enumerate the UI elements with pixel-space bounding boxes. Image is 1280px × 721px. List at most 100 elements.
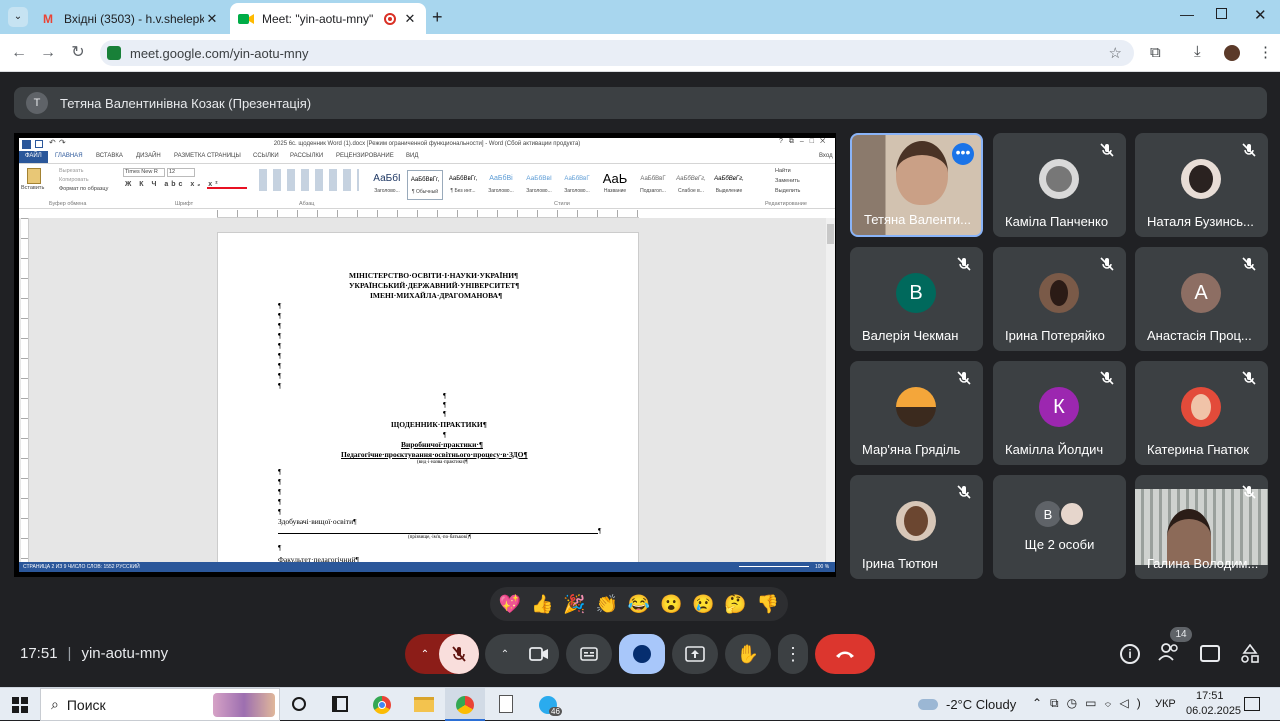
sign-in-link[interactable]: Вход [819,153,833,159]
close-window-button[interactable]: ✕ [1254,6,1267,24]
profile-avatar[interactable] [1224,45,1240,61]
reaction-heart[interactable]: 💖 [499,594,521,615]
tab-design[interactable]: ДИЗАЙН [136,153,161,159]
more-options-button[interactable]: ⋮ [778,634,808,674]
notepad-icon[interactable] [499,695,513,713]
new-tab-button[interactable]: + [432,7,443,28]
tab-insert[interactable]: ВСТАВКА [96,153,123,159]
reaction-laugh[interactable]: 😂 [628,594,650,615]
activities-icon[interactable] [1241,643,1259,664]
participant-tile[interactable]: Ірина Потеряйко [993,247,1126,351]
participant-tile[interactable]: В Валерія Чекман [850,247,983,351]
mic-toggle-button[interactable] [439,634,479,674]
file-explorer-icon[interactable] [414,697,434,712]
tab-view[interactable]: ВИД [406,153,418,159]
chrome-active-taskbar-icon[interactable] [445,688,485,721]
emoji-button[interactable] [619,634,665,674]
font-name-box[interactable]: Times New R [123,168,165,177]
captions-button[interactable] [566,634,612,674]
format-painter-button[interactable]: Формат по образцу [59,186,108,192]
tab-gmail[interactable]: M Вхідні (3503) - h.v.shelepko@u ✕ [32,3,228,34]
style-subtitle[interactable]: АаБбВвГ Подзагол... [635,170,671,200]
participant-tile[interactable]: ••• Тетяна Валенти... [850,133,983,237]
language-indicator[interactable]: УКР [1155,698,1176,710]
windows-start-icon[interactable] [12,697,28,713]
participant-tile[interactable]: Галина Володим... [1135,475,1268,579]
participant-tile[interactable]: Наталя Бузинсь... [1135,133,1268,237]
tray-icons[interactable]: ⌃⧉◷▭⌔◁) [1032,696,1149,711]
tab-file[interactable]: ФАЙЛ [19,151,48,163]
paste-icon[interactable] [27,168,41,184]
present-button[interactable] [672,634,718,674]
style-heading-3[interactable]: АаБбВвГ Заголово... [559,170,595,200]
vertical-scrollbar[interactable] [826,218,835,562]
paragraph-icons[interactable] [259,169,359,191]
find-button[interactable]: Найти [775,168,791,174]
style-heading[interactable]: АаБбІ Заголово... [369,170,405,200]
tab-search-button[interactable]: ⌄ [8,7,28,27]
tab-references[interactable]: ССЫЛКИ [253,153,279,159]
copy-button[interactable]: Копировать [59,177,89,183]
meeting-details-icon[interactable]: i [1120,644,1140,664]
style-heading-1[interactable]: АаБбВі Заголово... [483,170,519,200]
minimize-button[interactable]: — [1180,6,1194,22]
extensions-icon[interactable]: ⧉ [1150,44,1161,61]
select-button[interactable]: Выделить [775,188,800,194]
reaction-sad[interactable]: 😢 [692,594,714,615]
reaction-clap[interactable]: 👏 [596,594,618,615]
participant-tile[interactable]: А Анастасія Проц... [1135,247,1268,351]
reaction-thumbs-up[interactable]: 👍 [531,594,553,615]
cortana-icon[interactable] [292,697,306,711]
notifications-icon[interactable] [1244,697,1260,711]
participant-tile[interactable]: В Ще 2 особи [993,475,1126,579]
participant-tile[interactable]: Ірина Тютюн [850,475,983,579]
font-color-icons[interactable] [207,181,247,189]
zoom-slider[interactable] [739,566,809,567]
camera-toggle-button[interactable] [519,634,559,674]
redo-icon[interactable]: ↷ [59,138,66,147]
participant-tile[interactable]: Каміла Панченко [993,133,1126,237]
tab-layout[interactable]: РАЗМЕТКА СТРАНИЦЫ [174,153,241,159]
reaction-thinking[interactable]: 🤔 [724,594,746,615]
tab-mailings[interactable]: РАССЫЛКИ [290,153,323,159]
style-heading-2[interactable]: АаБбВвІ Заголово... [521,170,557,200]
participant-tile[interactable]: Катерина Гнатюк [1135,361,1268,465]
tray-time[interactable]: 17:51 [1196,690,1224,702]
leave-call-button[interactable] [815,634,875,674]
style-title[interactable]: АаЬ Название [597,170,633,200]
paste-button-label[interactable]: Вставить [21,185,44,191]
replace-button[interactable]: Заменить [775,178,800,184]
tab-meet[interactable]: Meet: "yin-aotu-mny" ✕ [230,3,426,34]
chrome-taskbar-icon[interactable] [373,696,391,714]
reaction-surprised[interactable]: 😮 [660,594,682,615]
weather-text[interactable]: -2°C Cloudy [946,697,1016,712]
style-normal[interactable]: АаБбВвГг, ¶ Обычный [407,170,443,200]
cut-button[interactable]: Вырезать [59,168,83,174]
close-icon[interactable]: ✕ [204,11,220,27]
close-icon[interactable]: ✕ [402,11,418,27]
bookmark-star-icon[interactable]: ☆ [1109,44,1122,62]
save-icon[interactable] [35,140,43,148]
reload-icon[interactable]: ↻ [67,43,89,63]
participant-tile[interactable]: Мар'яна Гряділь [850,361,983,465]
more-options-icon[interactable]: ••• [952,143,974,165]
window-controls[interactable]: ?⧉–□✕ [779,138,831,146]
chrome-menu-icon[interactable]: ⋮ [1258,43,1273,61]
style-emphasis[interactable]: АаБбВвГг, Выделение [711,170,747,200]
task-view-icon[interactable] [332,696,348,712]
back-icon[interactable]: ← [8,43,30,63]
tab-home[interactable]: ГЛАВНАЯ [55,153,83,159]
taskbar-search-box[interactable]: ⌕ Поиск [40,688,280,721]
style-subtle-emphasis[interactable]: АаБбВвГг, Слабое в... [673,170,709,200]
address-bar[interactable]: meet.google.com/yin-aotu-mny ☆ [100,40,1134,66]
tab-review[interactable]: РЕЦЕНЗИРОВАНИЕ [336,153,394,159]
chat-icon[interactable] [1200,645,1220,662]
undo-icon[interactable]: ↶ [49,138,56,147]
reaction-party[interactable]: 🎉 [563,594,585,615]
style-no-spacing[interactable]: АаБбВвГг, ¶ Без инт... [445,170,481,200]
site-info-icon[interactable] [107,46,121,60]
forward-icon[interactable]: → [37,43,59,63]
tray-date[interactable]: 06.02.2025 [1186,705,1241,717]
download-icon[interactable]: ⤓ [1194,43,1201,60]
font-size-box[interactable]: 12 [167,168,195,177]
